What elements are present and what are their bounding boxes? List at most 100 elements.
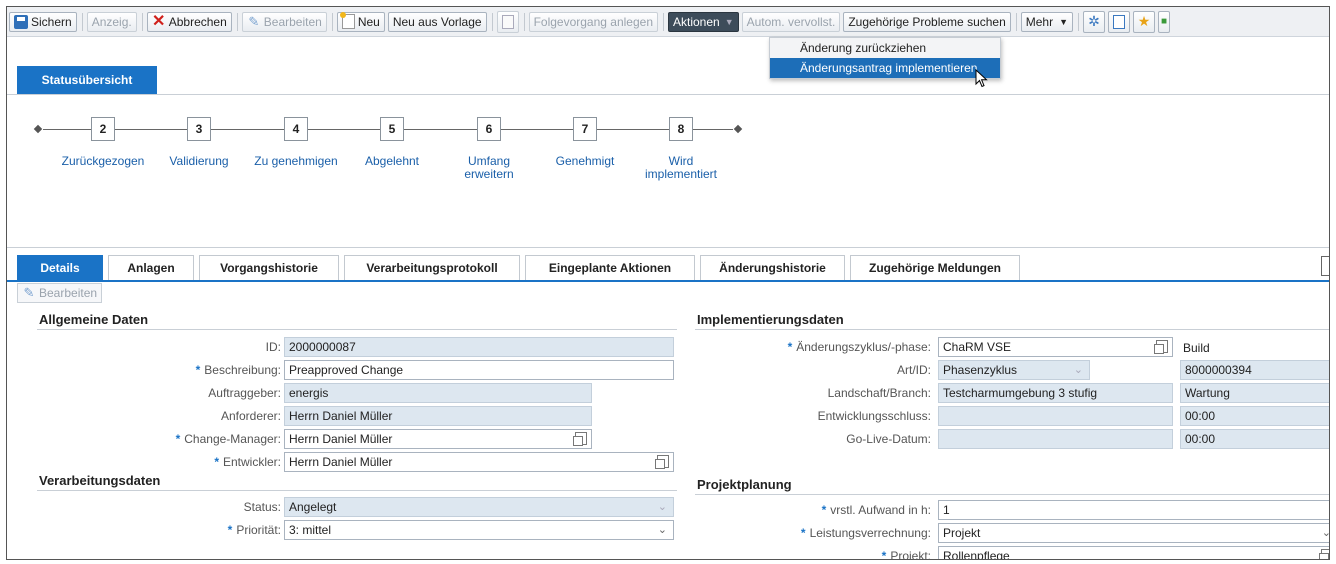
status-step[interactable]: 2 (91, 117, 115, 141)
processing-data-title: Verarbeitungsdaten (39, 473, 161, 488)
section-divider (37, 329, 677, 330)
required-star-icon: * (881, 549, 887, 560)
value-help-icon[interactable] (655, 455, 669, 469)
display-button[interactable]: Anzeig. (86, 11, 137, 32)
star-icon: ★ (1137, 13, 1151, 29)
section-divider (37, 490, 677, 491)
new-from-template-button[interactable]: Neu aus Vorlage (387, 11, 487, 32)
required-star-icon: * (787, 340, 793, 354)
required-star-icon: * (821, 503, 827, 517)
status-step[interactable]: 8 (669, 117, 693, 141)
billing-select[interactable]: Projekt⌄ (938, 523, 1329, 543)
new-button[interactable]: Neu (336, 11, 385, 32)
status-label: Status: (243, 500, 281, 514)
tab-scheduled-actions[interactable]: Eingeplante Aktionen (525, 255, 695, 280)
start-marker (33, 124, 43, 134)
description-input[interactable]: Preapproved Change (284, 360, 674, 380)
more-button[interactable]: Mehr ▼ (1020, 11, 1074, 32)
requester-label: Anforderer: (220, 409, 281, 423)
toolbar-separator (331, 12, 333, 31)
description-label: * Beschreibung: (195, 363, 281, 377)
tab-attachments[interactable]: Anlagen (108, 255, 194, 280)
end-marker (733, 124, 743, 134)
status-step[interactable]: 5 (380, 117, 404, 141)
implementation-data-title: Implementierungsdaten (697, 312, 844, 327)
value-help-icon[interactable] (1319, 549, 1329, 559)
status-step[interactable]: 4 (284, 117, 308, 141)
toolbar-separator (1078, 12, 1080, 31)
save-icon (14, 14, 28, 29)
status-step-label[interactable]: Zu genehmigen (251, 155, 341, 168)
status-step[interactable]: 3 (187, 117, 211, 141)
change-manager-label: * Change-Manager: (175, 432, 281, 446)
detail-tabs: Details Anlagen Vorgangshistorie Verarbe… (7, 247, 1329, 282)
chevron-down-icon: ⌄ (1322, 524, 1329, 542)
status-step-label[interactable]: Umfang erweitern (459, 155, 519, 181)
toolbar-separator (236, 12, 238, 31)
cancel-button[interactable]: ✕ Abbrechen (146, 11, 232, 32)
app-window: Sichern Anzeig. ✕ Abbrechen ✎ Bearbeiten N… (6, 6, 1330, 560)
developer-input[interactable]: Herrn Daniel Müller (284, 452, 674, 472)
change-manager-input[interactable]: Herrn Daniel Müller (284, 429, 592, 449)
build-field: 8000000394 (1180, 360, 1329, 380)
toolbar-separator (491, 12, 493, 31)
required-star-icon: * (227, 523, 233, 537)
status-step[interactable]: 7 (573, 117, 597, 141)
billing-label: * Leistungsverrechnung: (800, 526, 931, 540)
type-select: Phasenzyklus ⌄ (938, 360, 1090, 380)
project-input[interactable]: Rollenpflege (938, 546, 1329, 559)
details-edit-button[interactable]: ✎ Bearbeiten (17, 283, 103, 303)
id-label: ID: (265, 340, 281, 354)
tab-details[interactable]: Details (17, 255, 103, 280)
status-step-label[interactable]: Wird implementiert (641, 155, 721, 181)
development-end-label: Entwicklungsschluss: (817, 409, 931, 423)
copy-button[interactable] (496, 10, 519, 33)
required-star-icon: * (800, 526, 806, 540)
value-help-icon[interactable] (1154, 340, 1168, 354)
mouse-cursor-icon (975, 69, 988, 88)
priority-select[interactable]: 3: mittel ⌄ (284, 520, 674, 540)
effort-input[interactable]: 1 (938, 500, 1329, 520)
tab-change-history[interactable]: Änderungshistorie (700, 255, 845, 280)
tab-status-overview[interactable]: Statusübersicht (17, 66, 157, 94)
actions-dropdown-button[interactable]: Aktionen ▼ (668, 11, 739, 32)
requester-field: Herrn Daniel Müller (284, 406, 592, 426)
tab-processing-log[interactable]: Verarbeitungsprotokoll (344, 255, 520, 280)
development-end-time-field: 00:00 (1180, 406, 1329, 426)
tab-transaction-history[interactable]: Vorgangshistorie (199, 255, 339, 280)
status-step-label[interactable]: Validierung (154, 155, 244, 168)
personalize-button[interactable] (1108, 10, 1131, 33)
edit-button[interactable]: ✎ Bearbeiten (241, 11, 327, 32)
status-step-label[interactable]: Abgelehnt (347, 155, 437, 168)
menu-item-withdraw-change[interactable]: Änderung zurückziehen (770, 38, 1000, 58)
status-step-label[interactable]: Genehmigt (540, 155, 630, 168)
toolbar-separator (141, 12, 143, 31)
pencil-icon: ✎ (248, 13, 260, 29)
developer-label: * Entwickler: (214, 455, 281, 469)
priority-label: * Priorität: (227, 523, 281, 537)
autocomplete-button[interactable]: Autom. vervollst. (741, 11, 841, 32)
maintenance-field: Wartung (1180, 383, 1329, 403)
value-help-icon[interactable] (573, 432, 587, 446)
save-button[interactable]: Sichern (9, 11, 77, 32)
go-live-field (938, 429, 1173, 449)
overflow-button[interactable]: ■ (1158, 10, 1171, 33)
settings-button[interactable]: ✲ (1083, 10, 1106, 33)
required-star-icon: * (175, 432, 181, 446)
status-step[interactable]: 6 (477, 117, 501, 141)
go-live-time-field: 00:00 (1180, 429, 1329, 449)
tab-related-messages[interactable]: Zugehörige Meldungen (850, 255, 1020, 280)
cycle-input[interactable]: ChaRM VSE (938, 337, 1173, 357)
id-field: 2000000087 (284, 337, 674, 357)
chevron-down-icon: ⌄ (657, 501, 667, 513)
panel-handle[interactable] (1321, 256, 1329, 276)
related-problems-button[interactable]: Zugehörige Probleme suchen (843, 11, 1011, 32)
general-data-title: Allgemeine Daten (39, 312, 149, 327)
actions-menu: Änderung zurückziehen Änderungsantrag im… (769, 37, 1001, 79)
followup-button[interactable]: Folgevorgang anlegen (528, 11, 658, 32)
status-step-label[interactable]: Zurückgezogen (58, 155, 148, 168)
toolbar-separator (81, 12, 83, 31)
chevron-down-icon: ▼ (1059, 16, 1069, 27)
menu-item-implement-change-request[interactable]: Änderungsantrag implementieren (770, 58, 1000, 78)
favorite-button[interactable]: ★ (1133, 10, 1156, 33)
